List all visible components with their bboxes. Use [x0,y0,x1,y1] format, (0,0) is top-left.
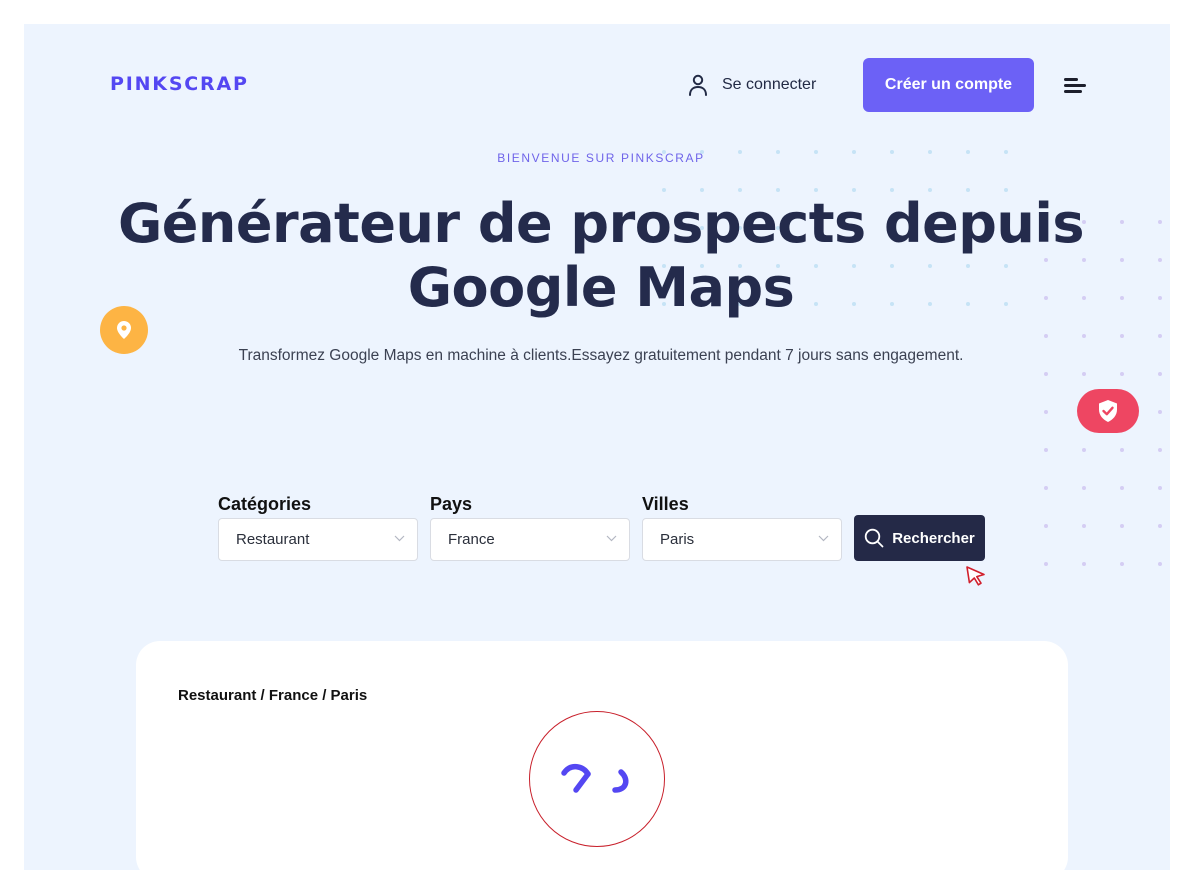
country-label: Pays [430,494,473,514]
decorative-dot [1120,524,1124,528]
cities-value: Paris [660,531,695,548]
decorative-dot [1120,334,1124,338]
search-button-label: Rechercher [892,529,975,547]
signup-button[interactable]: Créer un compte [863,58,1034,112]
pin-bubble [100,306,148,354]
categories-select[interactable]: Restaurant [218,518,418,561]
chevron-down-icon [606,535,617,542]
results-breadcrumb: Restaurant / France / Paris [178,687,368,704]
decorative-dot [1158,486,1162,490]
categories-label: Catégories [218,494,312,514]
decorative-dot [1158,372,1162,376]
decorative-dot [1082,486,1086,490]
cities-select[interactable]: Paris [642,518,842,561]
decorative-dot [1082,448,1086,452]
decorative-dot [1082,334,1086,338]
hero-subtitle: Transformez Google Maps en machine à cli… [238,347,964,364]
decorative-dot [1044,334,1048,338]
hero-title-line1: Générateur de prospects depuis [117,192,1085,255]
map-pin-icon [117,321,131,339]
decorative-dot [1120,372,1124,376]
decorative-dot [1120,562,1124,566]
loading-icon [561,764,629,793]
decorative-dot [1120,448,1124,452]
search-button[interactable]: Rechercher [854,515,985,561]
decorative-dot [1082,562,1086,566]
loading-indicator [529,711,665,847]
shield-bubble [1077,389,1139,433]
hero-title: Générateur de prospects depuis Google Ma… [24,192,1170,320]
decorative-dot [1120,486,1124,490]
chevron-down-icon [394,535,405,542]
results-card: Restaurant / France / Paris [136,641,1068,870]
page-canvas: PINKSCRAP Se connecter Créer un compte B… [24,24,1170,870]
decorative-dot [1044,562,1048,566]
decorative-dot [1158,524,1162,528]
decorative-dot [1158,562,1162,566]
country-value: France [448,531,495,548]
decorative-dot [1044,448,1048,452]
user-icon [689,74,707,96]
hero-title-line2: Google Maps [407,256,795,319]
cities-label: Villes [642,494,689,514]
search-icon [865,528,884,548]
signin-label: Se connecter [722,76,817,93]
decorative-dot [1044,486,1048,490]
decorative-dot [1158,334,1162,338]
hero-eyebrow: BIENVENUE SUR PINKSCRAP [497,151,705,165]
decorative-dot [1044,524,1048,528]
signin-link[interactable]: Se connecter [688,74,816,96]
decorative-dot [1044,372,1048,376]
shield-check-icon [1099,400,1117,422]
decorative-dot [1082,524,1086,528]
logo[interactable]: PINKSCRAP [110,73,249,95]
decorative-dot [1158,448,1162,452]
chevron-down-icon [818,535,829,542]
decorative-dot [1044,410,1048,414]
categories-value: Restaurant [236,531,310,548]
menu-button[interactable] [1064,78,1086,94]
cursor-icon [966,566,985,586]
decorative-dot [1158,410,1162,414]
decorative-dot [1082,372,1086,376]
country-select[interactable]: France [430,518,630,561]
